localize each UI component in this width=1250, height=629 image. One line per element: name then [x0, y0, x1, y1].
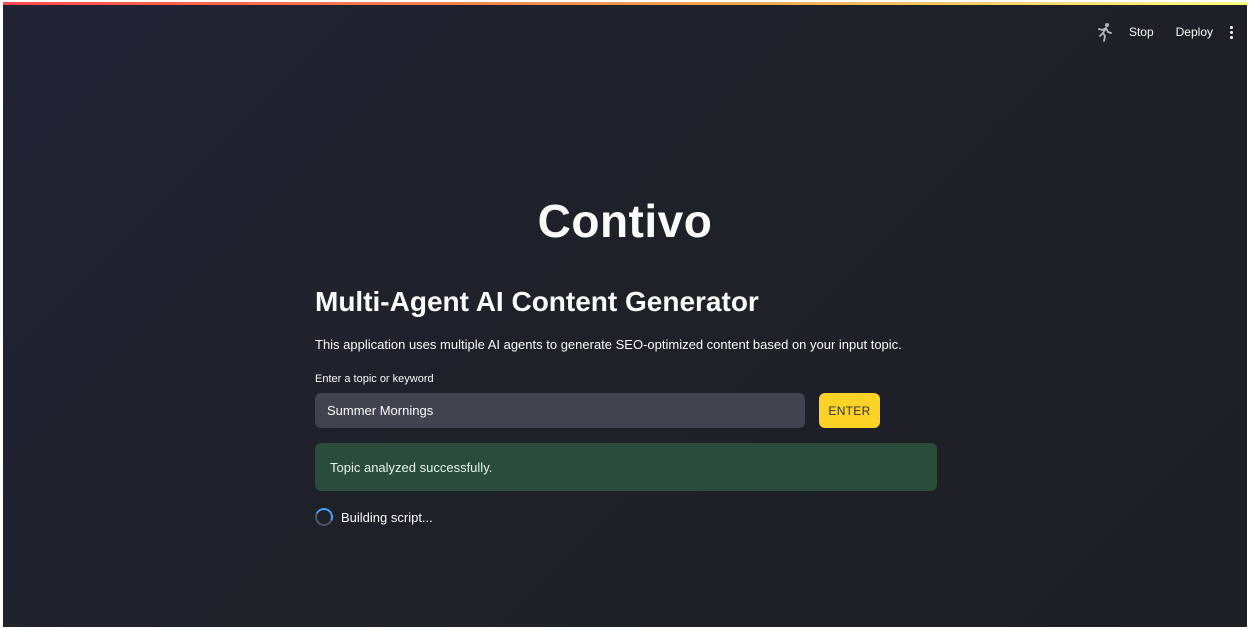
app-description: This application uses multiple AI agents…: [315, 337, 902, 352]
vertical-ellipsis-icon: [1229, 25, 1233, 29]
stop-button[interactable]: Stop: [1129, 22, 1154, 42]
topic-field-label: Enter a topic or keyword: [315, 373, 434, 385]
top-decoration-bar: [3, 2, 1247, 5]
loading-spinner-icon: [312, 505, 336, 529]
topic-input-row: ENTER: [315, 393, 937, 428]
enter-button[interactable]: ENTER: [819, 393, 880, 428]
topic-input[interactable]: [315, 393, 805, 428]
running-man-icon: [1095, 21, 1115, 43]
header-toolbar: Stop Deploy: [1095, 21, 1237, 43]
success-alert-message: Topic analyzed successfully.: [330, 459, 493, 475]
main-menu-button[interactable]: [1225, 22, 1237, 42]
status-row: Building script...: [312, 505, 937, 529]
status-text: Building script...: [341, 509, 433, 525]
deploy-button[interactable]: Deploy: [1176, 22, 1213, 42]
app-title: Contivo: [537, 195, 713, 247]
page-subtitle: Multi-Agent AI Content Generator: [315, 286, 759, 317]
main-content: Multi-Agent AI Content Generator This ap…: [312, 282, 937, 529]
app-window: Stop Deploy Contivo Multi-Agent AI Conte…: [3, 2, 1247, 627]
success-alert: Topic analyzed successfully.: [315, 443, 937, 491]
